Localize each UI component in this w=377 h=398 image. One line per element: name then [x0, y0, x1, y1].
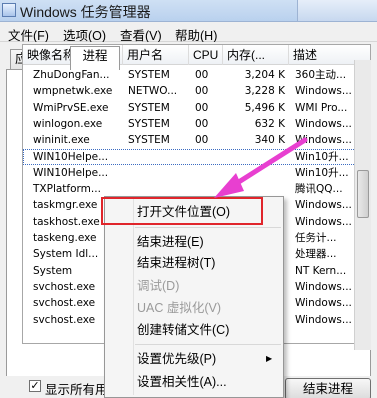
task-manager-window: Windows 任务管理器 文件(F) 选项(O) 查看(V) 帮助(H) 应用… — [0, 0, 377, 398]
annotation-arrow-icon — [214, 137, 308, 198]
tab-processes[interactable]: 进程 — [70, 46, 120, 70]
